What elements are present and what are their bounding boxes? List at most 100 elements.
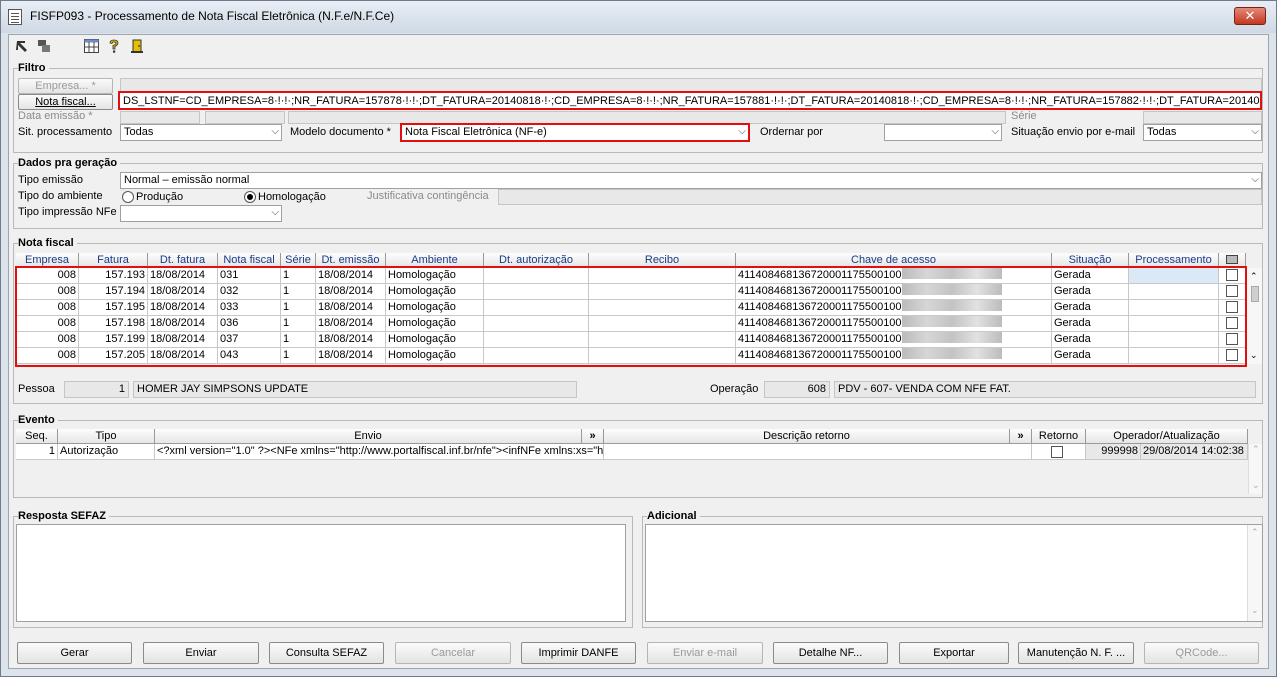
evento-col-tipo[interactable]: Tipo [58, 429, 155, 444]
nf-cell-ambiente[interactable]: Homologação [386, 284, 484, 300]
nf-cell-dt-aut[interactable] [484, 284, 589, 300]
nf-cell-chave[interactable]: 411408468136720001175500100 [736, 284, 1052, 300]
col-header-chave-acesso[interactable]: Chave de acesso [736, 253, 1052, 268]
nf-cell-chave[interactable]: 411408468136720001175500100 [736, 300, 1052, 316]
arrow-exit-icon[interactable] [14, 39, 30, 55]
nf-cell-recibo[interactable] [589, 300, 736, 316]
row-select-checkbox[interactable] [1226, 349, 1238, 361]
evento-retorno-checkbox[interactable] [1051, 446, 1063, 458]
nota-fiscal-scrollbar[interactable]: ⌃ ⌄ [1246, 268, 1262, 364]
nf-cell-serie[interactable]: 1 [281, 316, 316, 332]
radio-homologacao[interactable] [244, 191, 256, 203]
nf-cell-fatura[interactable]: 157.194 [79, 284, 148, 300]
nf-cell-situacao[interactable]: Gerada [1052, 284, 1129, 300]
situacao-envio-select[interactable]: Todas ⌵ [1143, 124, 1262, 141]
evento-envio-cell[interactable]: <?xml version="1.0" ?><NFe xmlns="http:/… [155, 444, 604, 460]
nota-fiscal-button[interactable]: Nota fiscal... [18, 94, 113, 110]
nf-cell-chave[interactable]: 411408468136720001175500100 [736, 316, 1052, 332]
nf-cell-fatura[interactable]: 157.193 [79, 268, 148, 284]
gerar-button[interactable]: Gerar [17, 642, 132, 664]
door-exit-icon[interactable] [129, 39, 145, 55]
radio-homologacao-label[interactable]: Homologação [258, 191, 326, 203]
tipo-impressao-select[interactable]: ⌵ [120, 205, 282, 222]
evento-col-seq[interactable]: Seq. [16, 429, 58, 444]
nf-cell-proc[interactable] [1129, 332, 1219, 348]
nf-cell-nota[interactable]: 031 [218, 268, 281, 284]
nf-cell-dt-emissao[interactable]: 18/08/2014 [316, 284, 386, 300]
evento-col-retorno[interactable]: Retorno [1032, 429, 1086, 444]
resposta-textarea[interactable] [16, 524, 626, 622]
nf-cell-empresa[interactable]: 008 [16, 268, 79, 284]
nf-cell-nota[interactable]: 032 [218, 284, 281, 300]
nf-cell-proc[interactable] [1129, 348, 1219, 364]
data-emissao-end[interactable] [205, 111, 285, 124]
nf-cell-dt-aut[interactable] [484, 300, 589, 316]
col-header-fatura[interactable]: Fatura [79, 253, 148, 268]
nf-cell-proc[interactable] [1129, 268, 1219, 284]
nf-cell-nota[interactable]: 037 [218, 332, 281, 348]
nf-cell-empresa[interactable]: 008 [16, 332, 79, 348]
evento-col-descricao[interactable]: Descrição retorno [604, 429, 1010, 444]
col-header-serie[interactable]: Série [281, 253, 316, 268]
nf-cell-recibo[interactable] [589, 268, 736, 284]
nf-cell-chave[interactable]: 411408468136720001175500100 [736, 348, 1052, 364]
evento-retorno-cell[interactable] [1032, 444, 1086, 460]
nf-cell-recibo[interactable] [589, 332, 736, 348]
nf-cell-serie[interactable]: 1 [281, 284, 316, 300]
evento-col-operador[interactable]: Operador/Atualização [1086, 429, 1248, 444]
nf-cell-select[interactable] [1219, 300, 1246, 316]
detalhe-nf-button[interactable]: Detalhe NF... [773, 642, 888, 664]
row-select-checkbox[interactable] [1226, 285, 1238, 297]
help-icon[interactable] [106, 39, 122, 55]
chevron-down-icon[interactable]: ⌵ [991, 125, 999, 138]
col-header-select-all[interactable] [1219, 253, 1246, 268]
nf-cell-fatura[interactable]: 157.199 [79, 332, 148, 348]
nf-cell-dt-fatura[interactable]: 18/08/2014 [148, 284, 218, 300]
manutencao-nf-button[interactable]: Manutenção N. F. ... [1018, 642, 1134, 664]
nf-cell-ambiente[interactable]: Homologação [386, 300, 484, 316]
col-header-dt-fatura[interactable]: Dt. fatura [148, 253, 218, 268]
evento-tipo-cell[interactable]: Autorização [58, 444, 155, 460]
scroll-down-icon[interactable]: ⌄ [1250, 350, 1258, 361]
nf-cell-select[interactable] [1219, 268, 1246, 284]
nf-cell-fatura[interactable]: 157.205 [79, 348, 148, 364]
chevron-down-icon[interactable]: ⌵ [1251, 173, 1259, 186]
tipo-emissao-select[interactable]: Normal – emissão normal ⌵ [120, 172, 1262, 189]
nf-cell-proc[interactable] [1129, 300, 1219, 316]
nf-cell-fatura[interactable]: 157.198 [79, 316, 148, 332]
nf-cell-recibo[interactable] [589, 284, 736, 300]
nf-cell-situacao[interactable]: Gerada [1052, 268, 1129, 284]
nf-cell-empresa[interactable]: 008 [16, 316, 79, 332]
nf-cell-serie[interactable]: 1 [281, 268, 316, 284]
col-header-nota-fiscal[interactable]: Nota fiscal [218, 253, 281, 268]
chevron-down-icon[interactable]: ⌵ [271, 125, 279, 138]
nota-fiscal-field[interactable]: DS_LSTNF=CD_EMPRESA=8·!·!·;NR_FATURA=157… [118, 91, 1262, 110]
qrcode-button[interactable]: QRCode... [1144, 642, 1259, 664]
nf-cell-select[interactable] [1219, 284, 1246, 300]
cancelar-button[interactable]: Cancelar [395, 642, 511, 664]
nf-cell-dt-emissao[interactable]: 18/08/2014 [316, 268, 386, 284]
adicional-textarea[interactable] [645, 524, 1263, 622]
nf-cell-empresa[interactable]: 008 [16, 300, 79, 316]
nf-cell-dt-aut[interactable] [484, 268, 589, 284]
chevron-down-icon[interactable]: ⌵ [271, 206, 279, 219]
nf-cell-dt-aut[interactable] [484, 332, 589, 348]
nf-cell-select[interactable] [1219, 316, 1246, 332]
row-select-checkbox[interactable] [1226, 317, 1238, 329]
scroll-thumb[interactable] [1251, 286, 1259, 302]
nf-cell-serie[interactable]: 1 [281, 332, 316, 348]
window-icon[interactable] [36, 39, 52, 55]
select-all-icon[interactable] [1226, 255, 1238, 264]
justificativa-field[interactable] [498, 189, 1262, 205]
col-header-recibo[interactable]: Recibo [589, 253, 736, 268]
nf-cell-dt-fatura[interactable]: 18/08/2014 [148, 300, 218, 316]
scroll-down-icon[interactable]: ⌄ [1251, 605, 1259, 616]
grid-icon[interactable] [83, 39, 99, 55]
nf-cell-proc[interactable] [1129, 316, 1219, 332]
evento-expand-envio-button[interactable]: » [582, 429, 604, 444]
evento-seq-cell[interactable]: 1 [16, 444, 58, 460]
chevron-down-icon[interactable]: ⌵ [738, 125, 746, 138]
adicional-scrollbar[interactable]: ⌃ ⌄ [1247, 525, 1262, 621]
nf-cell-dt-aut[interactable] [484, 348, 589, 364]
enviar-email-button[interactable]: Enviar e-mail [647, 642, 763, 664]
